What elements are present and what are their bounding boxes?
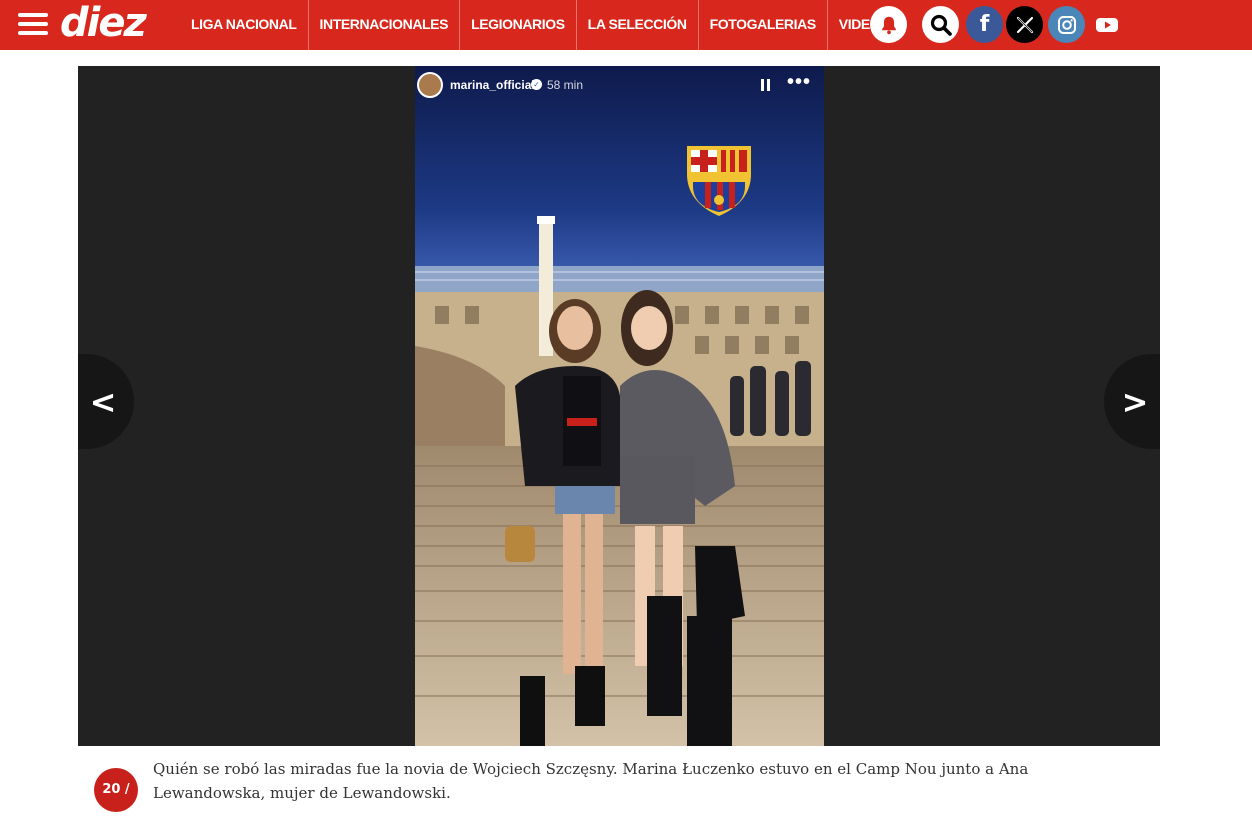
search-icon[interactable] xyxy=(922,6,959,43)
photo-gallery: marina_official ✓ 58 min ••• < > xyxy=(78,66,1160,746)
site-logo[interactable]: diez xyxy=(60,0,147,50)
nav-item-fotogalerias[interactable]: FOTOGALERIAS xyxy=(699,0,828,50)
story-time: 58 min xyxy=(547,78,584,92)
youtube-icon[interactable] xyxy=(1088,6,1125,43)
nav-item-la-seleccion[interactable]: LA SELECCIÓN xyxy=(577,0,699,50)
gallery-photo: marina_official ✓ 58 min ••• xyxy=(415,66,824,746)
photo-caption: Quién se robó las miradas fue la novia d… xyxy=(153,760,1029,802)
nav-item-liga-nacional[interactable]: LIGA NACIONAL xyxy=(180,0,309,50)
story-username: marina_official xyxy=(450,78,535,92)
bell-icon[interactable] xyxy=(870,6,907,43)
story-header: marina_official ✓ 58 min ••• xyxy=(415,66,824,106)
instagram-icon[interactable] xyxy=(1048,6,1085,43)
next-photo-button[interactable]: > xyxy=(1104,354,1160,449)
x-icon[interactable] xyxy=(1006,6,1043,43)
main-nav: LIGA NACIONAL INTERNACIONALES LEGIONARIO… xyxy=(180,0,900,50)
more-icon: ••• xyxy=(787,71,812,93)
photo-counter-badge: 20 / xyxy=(94,768,138,812)
previous-photo-button[interactable]: < xyxy=(78,354,134,449)
nav-item-internacionales[interactable]: INTERNACIONALES xyxy=(309,0,461,50)
avatar xyxy=(417,72,443,98)
pause-icon xyxy=(759,77,773,93)
photo-illustration xyxy=(415,66,824,746)
verified-icon: ✓ xyxy=(531,79,542,90)
facebook-icon[interactable]: f xyxy=(966,6,1003,43)
top-navigation-bar: diez LIGA NACIONAL INTERNACIONALES LEGIO… xyxy=(0,0,1252,50)
nav-item-legionarios[interactable]: LEGIONARIOS xyxy=(460,0,577,50)
chevron-left-icon: < xyxy=(89,382,117,421)
menu-icon[interactable] xyxy=(18,11,48,37)
chevron-right-icon: > xyxy=(1121,382,1149,421)
